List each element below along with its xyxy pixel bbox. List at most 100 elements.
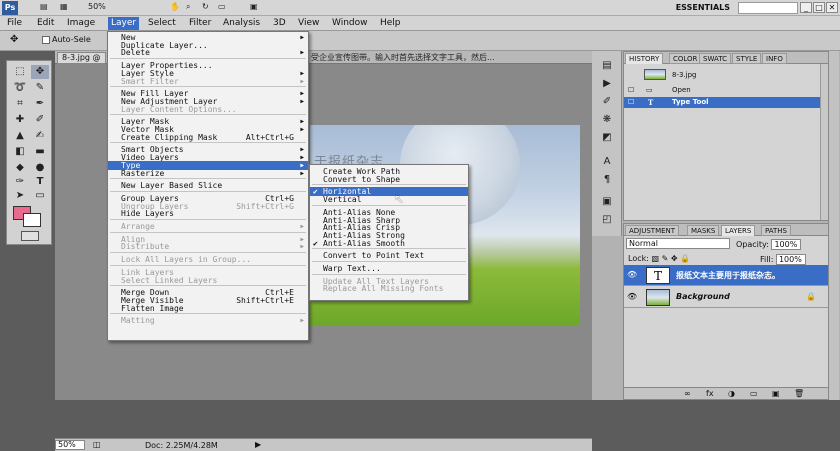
menu-item-create-clipping-mask[interactable]: Create Clipping Mask Alt+Ctrl+G (108, 133, 308, 142)
tab-adjustment[interactable]: ADJUSTMENT (625, 225, 680, 236)
fill-field[interactable]: 100% (775, 254, 806, 265)
layer-name[interactable]: 报纸文本主要用于报纸杂志。 (676, 270, 780, 281)
eyedropper-tool-icon[interactable]: ✒ (31, 97, 49, 111)
clone-source-panel-icon[interactable]: ❋ (599, 113, 615, 127)
menu-window[interactable]: Window (329, 17, 371, 30)
menu-help[interactable]: Help (377, 17, 404, 30)
brush-tool-icon[interactable]: ✐ (31, 113, 49, 127)
tab-history[interactable]: HISTORY (625, 53, 664, 64)
crop-tool-icon[interactable]: ⌗ (11, 97, 29, 111)
layer-row-background[interactable]: 👁 Background 🔒 (624, 287, 828, 308)
paragraph-panel-icon[interactable]: ¶ (599, 173, 615, 187)
tab-color[interactable]: COLOR (669, 53, 702, 64)
menu-view[interactable]: View (295, 17, 322, 30)
opacity-field[interactable]: 100% (771, 239, 802, 250)
document-size-info[interactable]: Doc: 2.25M/4.28M (145, 441, 218, 450)
layer-comps-panel-icon[interactable]: ◰ (599, 213, 615, 227)
menu-item-hide-layers[interactable]: Hide Layers (108, 209, 308, 218)
type-tool-icon[interactable]: T (31, 175, 49, 189)
pen-tool-icon[interactable]: ✑ (11, 175, 29, 189)
history-state-checkbox[interactable]: ☐ (628, 97, 634, 108)
menu-item-anti-alias-smooth[interactable]: ✔ Anti-Alias Smooth (310, 239, 468, 248)
add-layer-style-icon[interactable]: fx (706, 389, 714, 398)
tab-paths[interactable]: PATHS (761, 225, 792, 236)
menu-filter[interactable]: Filter (186, 17, 214, 30)
menu-item-smart-filter[interactable]: Smart Filter ▶ (108, 77, 308, 86)
menu-3d[interactable]: 3D (270, 17, 289, 30)
menu-item-distribute[interactable]: Distribute ▶ (108, 242, 308, 251)
tab-swatc[interactable]: SWATC (699, 53, 731, 64)
mini-bridge-icon[interactable]: ▦ (60, 2, 68, 14)
history-snapshot[interactable]: 8-3.jpg (624, 68, 828, 82)
menu-item-replace-all-missing-fonts[interactable]: Replace All Missing Fonts (310, 284, 468, 293)
delete-layer-icon[interactable]: 🗑 (794, 389, 804, 398)
gradient-tool-icon[interactable]: ▬ (31, 145, 49, 159)
layer-name[interactable]: Background (676, 292, 730, 301)
rotate-view-icon[interactable]: ↻ (202, 2, 209, 14)
new-group-icon[interactable]: ▣ (772, 389, 780, 398)
marquee-tool-icon[interactable]: ⬚ (11, 65, 29, 79)
layer-row-text[interactable]: 👁 T 报纸文本主要用于报纸杂志。 (624, 265, 828, 286)
bridge-icon[interactable]: ▤ (40, 2, 48, 14)
menu-item-matting[interactable]: Matting ▶ (108, 316, 308, 325)
menu-item-arrange[interactable]: Arrange ▶ (108, 222, 308, 231)
clone-stamp-tool-icon[interactable]: ▲ (11, 129, 29, 143)
auto-select-checkbox[interactable] (42, 35, 50, 44)
history-state-type-tool[interactable]: ☐ T Type Tool (624, 97, 828, 108)
menu-item-rasterize[interactable]: Rasterize ▶ (108, 169, 308, 178)
minimize-button[interactable]: _ (800, 2, 812, 13)
blend-mode-value[interactable]: Normal (626, 238, 730, 249)
menu-item-lock-all-layers-in-group[interactable]: Lock All Layers in Group... (108, 255, 308, 264)
menu-layer[interactable]: Layer (108, 17, 140, 30)
shape-tool-icon[interactable]: ▭ (31, 189, 49, 203)
dodge-tool-icon[interactable]: ● (31, 161, 49, 175)
status-zoom-field[interactable]: 50% (55, 440, 85, 450)
blend-mode-select[interactable]: Normal (626, 238, 730, 249)
menu-file[interactable]: File (4, 17, 25, 30)
move-tool-icon[interactable]: ✥ (31, 65, 49, 79)
quick-mask-button[interactable] (21, 231, 39, 241)
maximize-button[interactable]: □ (813, 2, 825, 13)
character-panel-icon[interactable]: A (599, 155, 615, 169)
workspace-switcher[interactable]: ESSENTIALS (676, 3, 730, 12)
layer-visibility-eye-icon[interactable]: 👁 (627, 270, 637, 279)
menu-item-vertical[interactable]: Vertical (310, 195, 468, 204)
tool-presets-icon[interactable]: ◩ (599, 131, 615, 145)
history-state-checkbox[interactable]: ☐ (628, 85, 634, 96)
menu-item-warp-text[interactable]: Warp Text... (310, 264, 468, 273)
lock-position-icon[interactable]: ✥ (671, 254, 678, 263)
lock-transparent-icon[interactable]: ▧ (651, 254, 659, 263)
auto-select-option[interactable]: Auto-Sele (42, 35, 91, 44)
background-color-swatch[interactable] (23, 213, 41, 227)
search-input[interactable] (738, 2, 798, 14)
close-button[interactable]: ✕ (826, 2, 838, 13)
tab-layers[interactable]: LAYERS (721, 225, 756, 236)
menu-item-flatten-image[interactable]: Flatten Image (108, 304, 308, 313)
tab-style[interactable]: STYLE (732, 53, 762, 64)
panel-dock-scrollbar[interactable] (828, 51, 839, 400)
menu-item-layer-content-options[interactable]: Layer Content Options... (108, 105, 308, 114)
zoom-tool-icon[interactable]: ⌕ (186, 2, 190, 14)
quick-select-tool-icon[interactable]: ✎ (31, 81, 49, 95)
layer-visibility-eye-icon[interactable]: 👁 (627, 292, 637, 301)
brushes-panel-icon[interactable]: ✐ (599, 95, 615, 109)
history-state-open[interactable]: ☐ ▭ Open (624, 85, 828, 96)
new-adjustment-layer-icon[interactable]: ▭ (750, 389, 758, 398)
tab-info[interactable]: INFO (762, 53, 787, 64)
healing-brush-tool-icon[interactable]: ✚ (11, 113, 29, 127)
lock-image-icon[interactable]: ✎ (662, 254, 669, 263)
history-scrollbar[interactable] (820, 64, 828, 220)
screen-mode-icon[interactable]: ▣ (250, 2, 258, 14)
hand-tool-icon[interactable]: ✋ (170, 2, 180, 14)
move-tool-preset-icon[interactable]: ✥ (10, 34, 18, 45)
history-panel-icon[interactable]: ▤ (599, 59, 615, 73)
menu-image[interactable]: Image (64, 17, 98, 30)
menu-item-convert-to-point-text[interactable]: Convert to Point Text (310, 251, 468, 260)
document-tab[interactable]: 8-3.jpg @ (57, 52, 106, 64)
link-layers-icon[interactable]: ∞ (684, 389, 691, 398)
eraser-tool-icon[interactable]: ◧ (11, 145, 29, 159)
zoom-level-display[interactable]: 50% (88, 2, 106, 14)
menu-select[interactable]: Select (145, 17, 179, 30)
menu-item-select-linked-layers[interactable]: Select Linked Layers (108, 276, 308, 285)
actions-panel-icon[interactable]: ▶ (599, 77, 615, 91)
